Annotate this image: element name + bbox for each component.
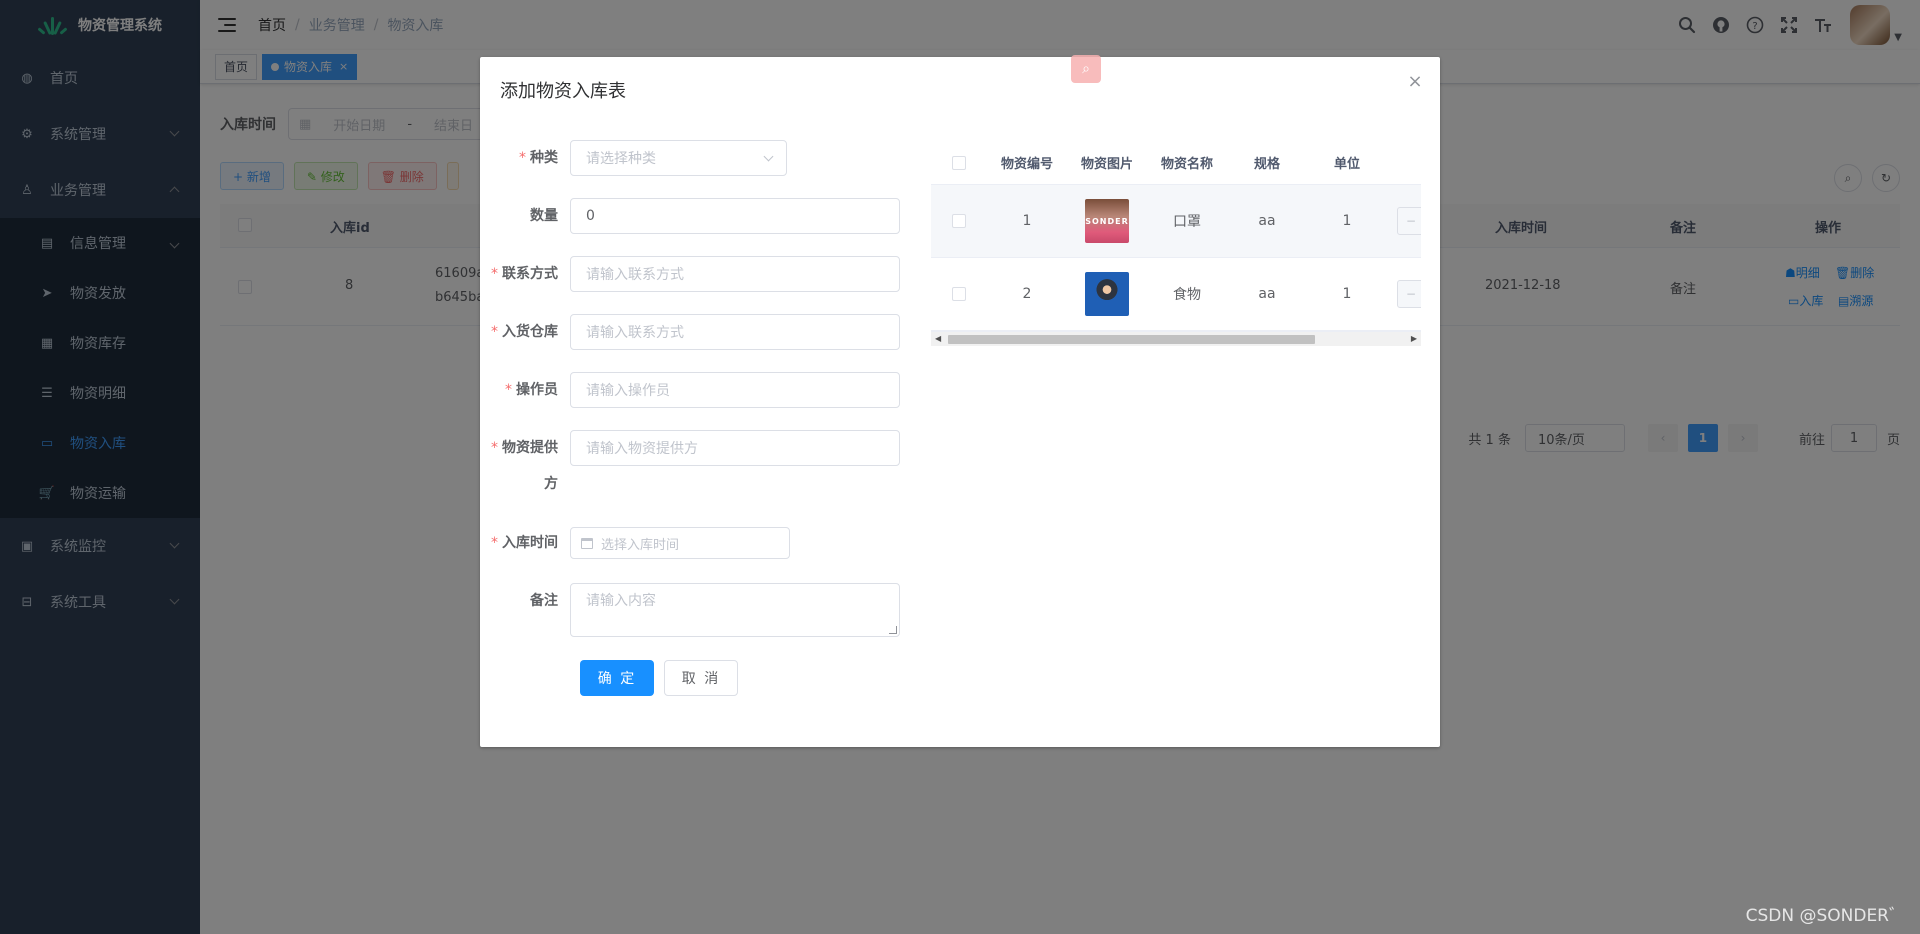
warehouse-label: * 入货仓库 (480, 314, 570, 350)
material-table: 物资编号 物资图片 物资名称 规格 单位 1 SONDER 口罩 aa 1 − … (931, 141, 1421, 349)
form-item-contact: * 联系方式 请输入联系方式 (480, 256, 900, 292)
close-icon[interactable]: × (1406, 73, 1424, 91)
material-thumbnail: SONDER (1085, 199, 1129, 243)
required-mark: * (491, 535, 498, 551)
quantity-stepper[interactable]: − (1397, 185, 1421, 257)
row-checkbox[interactable] (931, 185, 987, 257)
supplier-label: * 物资提供 方 (480, 430, 570, 502)
minus-icon[interactable]: − (1397, 280, 1421, 308)
row-checkbox[interactable] (931, 258, 987, 330)
note-textarea[interactable]: 请输入内容 (570, 583, 900, 637)
material-spec: aa (1258, 286, 1276, 302)
confirm-button[interactable]: 确 定 (580, 660, 654, 696)
scrollbar-thumb[interactable] (948, 335, 1315, 344)
column-header-image: 物资图片 (1080, 157, 1133, 172)
form-item-supplier: * 物资提供 方 请输入物资提供方 (480, 430, 900, 502)
supplier-label-line1: 物资提供 (502, 440, 558, 456)
form-item-quantity: 数量 0 (480, 198, 900, 234)
quantity-input[interactable]: 0 (570, 198, 900, 234)
material-thumbnail (1085, 272, 1129, 316)
operator-input[interactable]: 请输入操作员 (570, 372, 900, 408)
resize-handle-icon[interactable] (889, 626, 897, 634)
form-item-kind: * 种类 请选择种类 (480, 140, 787, 176)
contact-label-text: 联系方式 (502, 266, 558, 282)
material-image[interactable]: SONDER (1067, 185, 1147, 257)
material-name: 口罩 (1173, 214, 1201, 230)
watermark: CSDN @SONDER゛ (1745, 906, 1906, 926)
dialog-footer: 确 定 取 消 (580, 660, 738, 696)
required-mark: * (491, 266, 498, 282)
column-header-name: 物资名称 (1160, 157, 1213, 172)
search-icon[interactable]: ⌕ (1071, 55, 1101, 83)
kind-select[interactable]: 请选择种类 (570, 140, 787, 176)
form-item-warehouse: * 入货仓库 请输入联系方式 (480, 314, 900, 350)
required-mark: * (505, 382, 512, 398)
minus-icon[interactable]: − (1397, 207, 1421, 235)
form-item-operator: * 操作员 请输入操作员 (480, 372, 900, 408)
kind-label-text: 种类 (530, 150, 558, 166)
add-warehousing-dialog: ⌕ 添加物资入库表 × * 种类 请选择种类 数量 0 * 联系方式 请输入联系方式… (480, 55, 1440, 747)
scroll-left-icon[interactable]: ◀ (935, 334, 941, 343)
required-mark: * (519, 150, 526, 166)
contact-label: * 联系方式 (480, 256, 570, 292)
kind-placeholder: 请选择种类 (586, 151, 656, 167)
material-table-header: 物资编号 物资图片 物资名称 规格 单位 (931, 141, 1421, 185)
calendar-icon (581, 537, 593, 549)
time-label-text: 入库时间 (502, 535, 558, 551)
quantity-stepper[interactable]: − (1397, 258, 1421, 330)
supplier-input[interactable]: 请输入物资提供方 (570, 430, 900, 466)
material-unit: 1 (1342, 286, 1352, 302)
note-placeholder: 请输入内容 (586, 593, 656, 609)
time-placeholder: 选择入库时间 (601, 537, 680, 553)
warehouse-input[interactable]: 请输入联系方式 (570, 314, 900, 350)
column-header-code: 物资编号 (1000, 157, 1053, 172)
horizontal-scrollbar[interactable]: ◀ ▶ (931, 331, 1421, 346)
column-header-unit: 单位 (1333, 157, 1360, 172)
material-name: 食物 (1173, 287, 1201, 303)
time-date-picker[interactable]: 选择入库时间 (570, 527, 790, 559)
material-id: 1 (1022, 213, 1032, 229)
cancel-button[interactable]: 取 消 (664, 660, 738, 696)
required-mark: * (491, 440, 498, 456)
material-spec: aa (1258, 213, 1276, 229)
supplier-label-line2: 方 (544, 476, 558, 492)
material-unit: 1 (1342, 213, 1352, 229)
material-id: 2 (1022, 286, 1032, 302)
chevron-down-icon (763, 151, 774, 162)
select-all-checkbox[interactable] (931, 141, 987, 184)
operator-label-text: 操作员 (516, 382, 558, 398)
form-item-note: 备注 请输入内容 (480, 583, 900, 637)
table-row[interactable]: 1 SONDER 口罩 aa 1 − (931, 185, 1421, 258)
column-header-spec: 规格 (1253, 157, 1280, 172)
quantity-label: 数量 (530, 208, 558, 224)
kind-label: * 种类 (480, 140, 570, 176)
required-mark: * (491, 324, 498, 340)
note-label: 备注 (530, 593, 558, 609)
operator-label: * 操作员 (480, 372, 570, 408)
material-image[interactable] (1067, 258, 1147, 330)
scroll-right-icon[interactable]: ▶ (1411, 334, 1417, 343)
dialog-title: 添加物资入库表 (500, 81, 626, 102)
table-row[interactable]: 2 食物 aa 1 − (931, 258, 1421, 331)
form-item-time: * 入库时间 选择入库时间 (480, 525, 790, 561)
time-label: * 入库时间 (480, 525, 570, 561)
warehouse-label-text: 入货仓库 (502, 324, 558, 340)
contact-input[interactable]: 请输入联系方式 (570, 256, 900, 292)
